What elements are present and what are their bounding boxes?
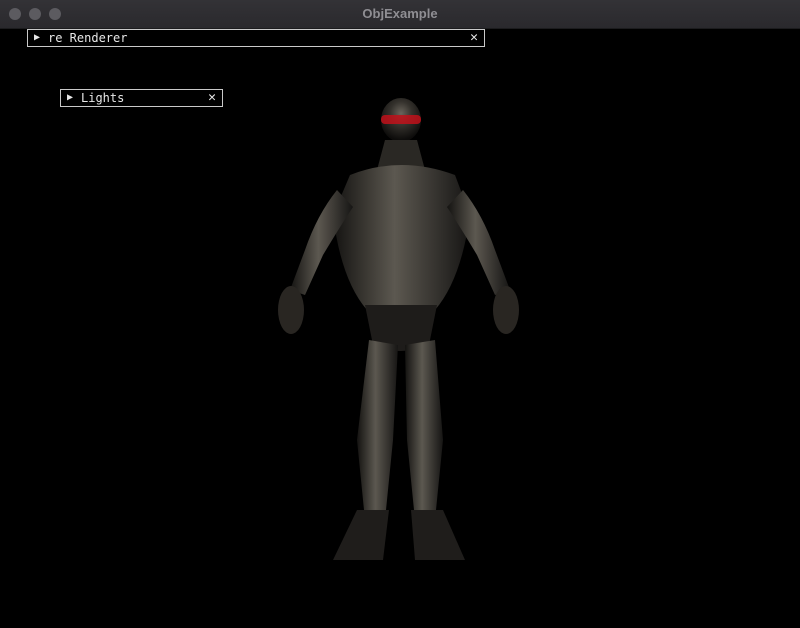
left-leg xyxy=(357,340,398,520)
expand-triangle-icon[interactable]: ▶ xyxy=(67,90,73,106)
left-hand xyxy=(278,286,304,334)
lights-panel-header[interactable]: ▶ Lights ✕ xyxy=(60,89,223,107)
expand-triangle-icon[interactable]: ▶ xyxy=(34,30,40,46)
renderer-panel-title: re Renderer xyxy=(48,31,128,45)
close-icon[interactable]: ✕ xyxy=(470,30,478,46)
torso xyxy=(333,165,470,310)
right-leg xyxy=(405,340,443,520)
renderer-panel-header[interactable]: ▶ re Renderer ✕ xyxy=(27,29,485,47)
close-icon[interactable]: ✕ xyxy=(208,90,216,106)
left-boot xyxy=(333,510,389,560)
armored-figure-3d-model xyxy=(278,98,519,560)
right-hand xyxy=(493,286,519,334)
lights-panel-title: Lights xyxy=(81,91,125,105)
window-title: ObjExample xyxy=(362,6,438,21)
right-boot xyxy=(411,510,465,560)
window-titlebar[interactable]: ObjExample xyxy=(0,0,800,29)
visor xyxy=(381,115,421,124)
